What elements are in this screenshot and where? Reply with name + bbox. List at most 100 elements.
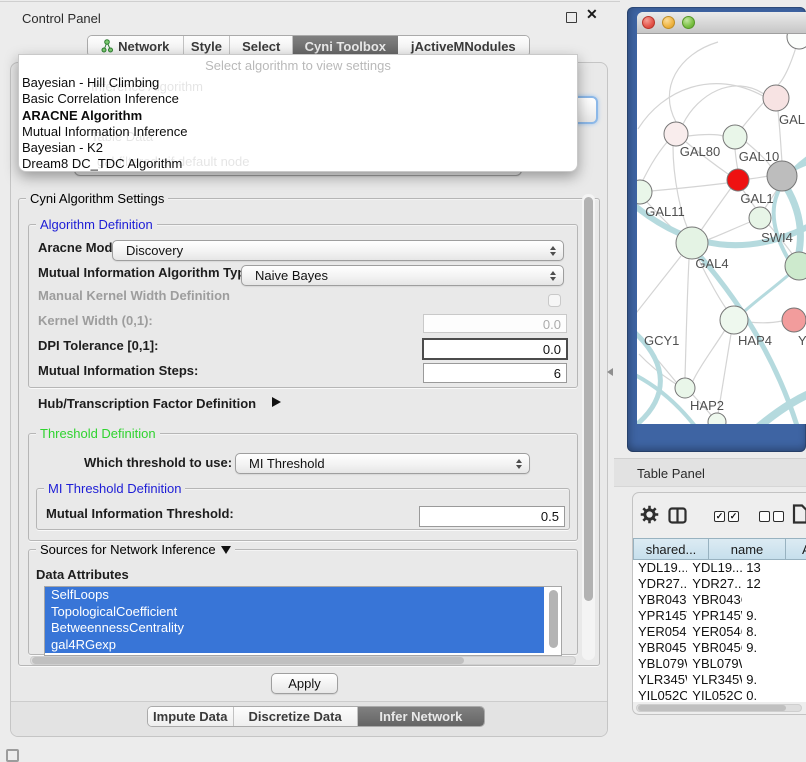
mi-threshold-field[interactable]: 0.5	[419, 506, 565, 527]
table-cell: YPR145W	[633, 608, 687, 624]
algorithm-dropdown: Select algorithm to view settings Bayesi…	[18, 54, 578, 172]
node-gal80[interactable]	[664, 122, 688, 146]
tab-style[interactable]: Style	[184, 36, 231, 56]
node-gal-partial[interactable]	[763, 85, 789, 111]
mi-steps-field[interactable]: 6	[423, 363, 567, 383]
new-table-icon[interactable]	[792, 504, 806, 529]
tab-label: Network	[118, 39, 169, 54]
data-attribute-item[interactable]: BetweennessCentrality	[45, 620, 544, 637]
minimize-window-icon[interactable]	[662, 16, 675, 29]
kernel-width-field[interactable]: 0.0	[423, 314, 567, 333]
node-top-partial[interactable]	[787, 34, 806, 49]
table-cell: 12	[742, 576, 806, 592]
table-column-header[interactable]: shared...	[633, 538, 709, 560]
dpi-tolerance-field[interactable]: 0.0	[422, 338, 568, 360]
which-threshold-combo[interactable]: MI Threshold	[235, 453, 530, 474]
tab-select[interactable]: Select	[230, 36, 293, 56]
data-attribute-item[interactable]: TopologicalCoefficient	[45, 604, 544, 621]
network-edge	[669, 42, 718, 122]
node-hap4[interactable]	[720, 306, 748, 334]
network-edge	[748, 321, 782, 323]
select-all-checkboxes-icon[interactable]: ✓✓	[714, 511, 739, 522]
node-gal4[interactable]	[676, 227, 708, 259]
node-salmon[interactable]	[782, 308, 806, 332]
table-row[interactable]: YBL079WYBL079W	[633, 656, 806, 672]
table-row[interactable]: YPR145WYPR145W9.	[633, 608, 806, 624]
sources-collapse-arrow-icon[interactable]	[221, 546, 231, 554]
network-edge	[741, 102, 764, 129]
node-gal11[interactable]	[637, 180, 652, 204]
table-row[interactable]: YBR043CYBR043C	[633, 592, 806, 608]
algorithm-option[interactable]: Mutual Information Inference	[19, 124, 577, 140]
settings-vscroll-thumb[interactable]	[584, 197, 593, 601]
hub-expand-arrow-icon[interactable]	[272, 397, 281, 407]
bottom-tabbar: Impute DataDiscretize DataInfer Network	[147, 706, 485, 727]
mi-type-label: Mutual Information Algorithm Type:	[38, 265, 257, 280]
node-red[interactable]	[727, 169, 749, 191]
manual-kernel-checkbox[interactable]	[548, 294, 561, 307]
bottom-tab-impute-data[interactable]: Impute Data	[148, 707, 234, 726]
table-cell: 13	[742, 560, 806, 576]
table-row[interactable]: YIL052CYIL052C0.	[633, 688, 806, 702]
algorithm-option[interactable]: Bayesian - K2	[19, 140, 577, 156]
network-node-label: GAL11	[645, 204, 685, 219]
hub-definition-label: Hub/Transcription Factor Definition	[38, 396, 256, 411]
table-row[interactable]: YBR045CYBR045C9.	[633, 640, 806, 656]
table-row[interactable]: YLR345WYLR345W9.	[633, 672, 806, 688]
table-cell	[742, 592, 806, 608]
node-gal1[interactable]	[749, 207, 771, 229]
network-node-label: GAL4	[695, 256, 728, 271]
bottom-tab-discretize-data[interactable]: Discretize Data	[234, 707, 358, 726]
app-screen: Control Panel ✕ NetworkStyleSelectCyni T…	[0, 0, 806, 762]
network-window-titlebar[interactable]	[637, 12, 806, 34]
mi-type-combo[interactable]: Naive Bayes	[241, 265, 564, 286]
bottom-tab-infer-network[interactable]: Infer Network	[358, 707, 484, 726]
algorithm-option[interactable]: Basic Correlation Inference	[19, 91, 577, 107]
algorithm-option[interactable]: ARACNE Algorithm	[19, 108, 577, 124]
data-attribute-item[interactable]: gal4RGexp	[45, 637, 544, 654]
table-cell: 9.	[742, 672, 806, 688]
algorithm-option[interactable]: Bayesian - Hill Climbing	[19, 75, 577, 91]
hide-panel-icon[interactable]	[6, 749, 19, 762]
zoom-window-icon[interactable]	[682, 16, 695, 29]
cyni-settings-title: Cyni Algorithm Settings	[26, 191, 168, 206]
table-cell: YDR27...	[687, 576, 742, 592]
kernel-width-label: Kernel Width (0,1):	[38, 313, 153, 328]
gear-icon[interactable]	[640, 505, 659, 529]
settings-hscroll-thumb[interactable]	[32, 657, 464, 664]
float-panel-icon[interactable]	[566, 12, 577, 23]
table-row[interactable]: YER054CYER054C8.	[633, 624, 806, 640]
table-row[interactable]: YDR27...YDR27...12	[633, 576, 806, 592]
node-gray[interactable]	[767, 161, 797, 191]
table-cell	[742, 656, 806, 672]
table-hscroll-thumb[interactable]	[638, 705, 786, 711]
control-panel: Control Panel ✕ NetworkStyleSelectCyni T…	[0, 0, 620, 762]
network-node-label: SWI4	[761, 230, 793, 245]
deselect-all-checkboxes-icon[interactable]	[759, 511, 784, 522]
network-edge	[685, 259, 689, 378]
aracne-mode-combo[interactable]: Discovery	[112, 240, 564, 261]
tab-network[interactable]: Network	[88, 36, 184, 56]
stepper-arrows-icon	[516, 459, 522, 469]
tab-jactivemnodules[interactable]: jActiveMNodules	[398, 36, 529, 56]
network-node-label: GAL1	[740, 191, 773, 206]
table-rows: YDL19...YDL19...13YDR27...YDR27...12YBR0…	[633, 560, 806, 702]
splitpane-collapse-icon[interactable]	[607, 368, 613, 376]
data-attributes-label: Data Attributes	[36, 567, 129, 582]
table-column-header[interactable]: name	[709, 538, 786, 560]
algorithm-option[interactable]: Dream8 DC_TDC Algorithm	[19, 156, 577, 172]
table-column-header[interactable]: A	[786, 538, 806, 560]
network-canvas[interactable]: GALGAL80GAL10GAL11GAL1GAL4SWI4GCY1HAP4YH…	[637, 34, 806, 424]
tab-cyni-toolbox[interactable]: Cyni Toolbox	[293, 36, 398, 56]
table-cell: YER054C	[687, 624, 742, 640]
data-attribute-item[interactable]: SelfLoops	[45, 587, 544, 604]
attributes-vscroll-thumb[interactable]	[549, 590, 558, 648]
close-window-icon[interactable]	[642, 16, 655, 29]
dropdown-hint: Select algorithm to view settings	[19, 55, 577, 73]
table-row[interactable]: YDL19...YDL19...13	[633, 560, 806, 576]
apply-button[interactable]: Apply	[271, 673, 338, 694]
node-gal10[interactable]	[723, 125, 747, 149]
close-panel-icon[interactable]: ✕	[586, 6, 598, 23]
columns-icon[interactable]	[668, 507, 687, 529]
node-hap2[interactable]	[675, 378, 695, 398]
